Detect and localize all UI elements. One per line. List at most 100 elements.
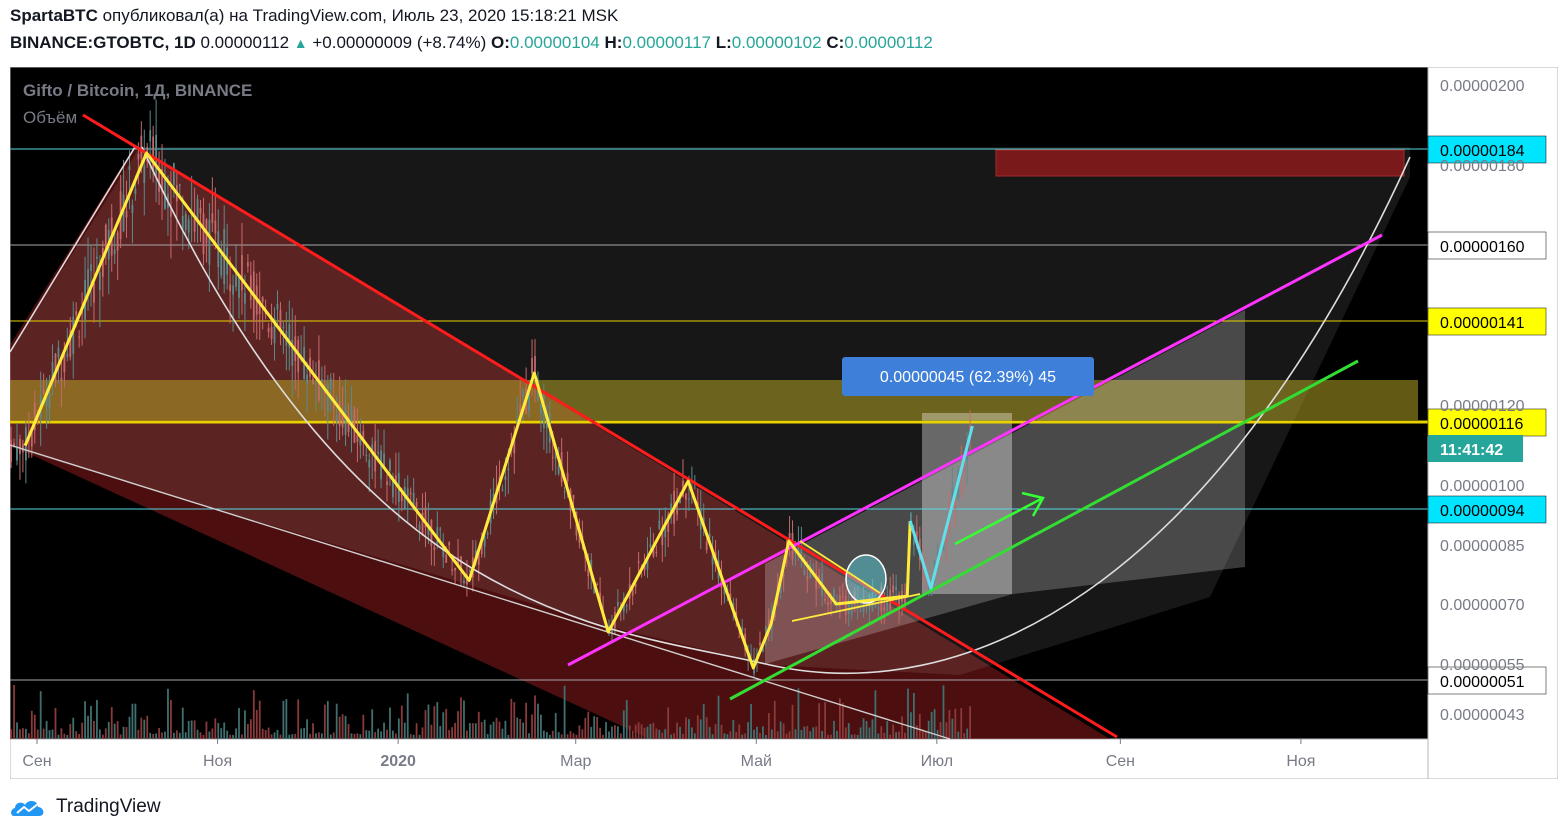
volume-bar: [279, 734, 282, 739]
measure-label: 0.00000045 (62.39%) 45: [880, 369, 1056, 386]
volume-bar: [762, 726, 764, 739]
volume-bar: [498, 721, 501, 739]
volume-bar: [255, 709, 258, 739]
candle-body: [241, 255, 243, 291]
triangle-up-icon: ▲: [293, 35, 308, 51]
volume-bar: [152, 734, 155, 739]
volume-bar: [764, 734, 767, 739]
volume-bar: [306, 719, 308, 739]
volume-bar: [42, 728, 45, 739]
publish-text: опубликовал(а) на TradingView.com, Июль …: [97, 6, 619, 25]
volume-bar: [78, 734, 81, 739]
volume-bar: [782, 723, 785, 739]
price-tick-4: 0.00000085: [1440, 538, 1525, 555]
legend-title[interactable]: Gifto / Bitcoin, 1Д, BINANCE: [23, 81, 252, 100]
volume-bar: [818, 703, 821, 739]
volume-bar: [427, 704, 430, 739]
volume-bar: [175, 730, 178, 739]
volume-bar: [178, 732, 181, 739]
candle-body: [685, 494, 687, 500]
candle-body: [637, 561, 640, 563]
volume-bar: [332, 732, 335, 739]
volume-bar: [702, 704, 705, 739]
volume-bar: [833, 720, 835, 739]
volume-bar: [773, 700, 776, 739]
legend-volume[interactable]: Объём: [23, 108, 77, 127]
volume-bar: [696, 715, 699, 739]
volume-bar: [48, 730, 51, 739]
candle-body: [187, 219, 190, 233]
tradingview-logo-icon: [11, 801, 44, 816]
volume-bar: [614, 725, 616, 739]
volume-bar: [155, 733, 158, 739]
volume-bar: [507, 734, 510, 739]
candle-body: [306, 374, 308, 384]
volume-bar: [104, 728, 107, 739]
candle-body: [705, 541, 708, 550]
footer-brand[interactable]: TradingView: [56, 796, 161, 818]
candle-body: [60, 377, 63, 381]
candle-body: [563, 491, 566, 493]
volume-bar: [409, 734, 412, 739]
volume-bar: [717, 695, 720, 739]
volume-bar: [214, 718, 217, 739]
candle-body: [386, 481, 388, 486]
candle-body: [883, 607, 886, 611]
volume-bar: [486, 733, 489, 739]
candle-body: [895, 586, 898, 590]
candle-body: [137, 154, 140, 160]
volume-bar: [60, 728, 63, 739]
volume-bar: [403, 722, 406, 739]
volume-bar: [392, 730, 394, 739]
candle-body: [98, 272, 101, 291]
volume-bar: [824, 702, 826, 739]
volume-bar: [927, 720, 930, 739]
candle-body: [181, 216, 184, 229]
candle-body: [566, 472, 569, 482]
volume-bar: [101, 734, 104, 739]
volume-bar: [806, 725, 809, 739]
candle-body: [90, 264, 92, 272]
volume-bar: [912, 692, 915, 739]
candle-body: [329, 378, 332, 390]
price-chart[interactable]: 0.000001840.000001600.000001410.00000116…: [10, 67, 1558, 779]
volume-bar: [756, 726, 758, 739]
candle-body: [454, 567, 456, 571]
volume-bar: [723, 733, 726, 739]
volume-bar: [510, 698, 513, 739]
time-tick-3: Мар: [560, 753, 591, 770]
volume-bar: [489, 724, 492, 739]
volume-bar: [90, 706, 92, 739]
volume-bar: [252, 690, 255, 739]
volume-bar: [726, 734, 729, 739]
candle-body: [22, 443, 24, 453]
volume-bar: [39, 691, 42, 739]
volume-bar: [495, 717, 498, 739]
volume-bar: [149, 732, 152, 739]
candle-body: [439, 528, 442, 530]
volume-bar: [954, 708, 957, 739]
volume-bar: [483, 719, 486, 739]
candle-body: [10, 439, 12, 463]
high-value: 0.00000117: [622, 33, 711, 52]
level-label-1: 0.00000160: [1440, 239, 1525, 256]
volume-bar: [534, 695, 536, 739]
candle-body: [522, 390, 525, 397]
volume-bar: [338, 716, 341, 739]
volume-bar: [244, 710, 246, 739]
volume-bar: [883, 732, 886, 739]
volume-bar: [951, 718, 954, 739]
volume-bar: [36, 729, 39, 739]
candle-body: [877, 606, 880, 609]
candle-body: [625, 605, 628, 607]
volume-bar: [649, 723, 652, 739]
candle-body: [365, 455, 368, 457]
candle-body: [208, 219, 211, 265]
time-tick-7: Ноя: [1286, 753, 1315, 770]
volume-bar: [323, 704, 326, 739]
volume-bar: [16, 722, 18, 739]
volume-bar: [711, 734, 714, 739]
volume-bar: [753, 729, 755, 739]
footer: TradingView: [10, 796, 161, 818]
author-name[interactable]: SpartaBTC: [10, 6, 98, 25]
